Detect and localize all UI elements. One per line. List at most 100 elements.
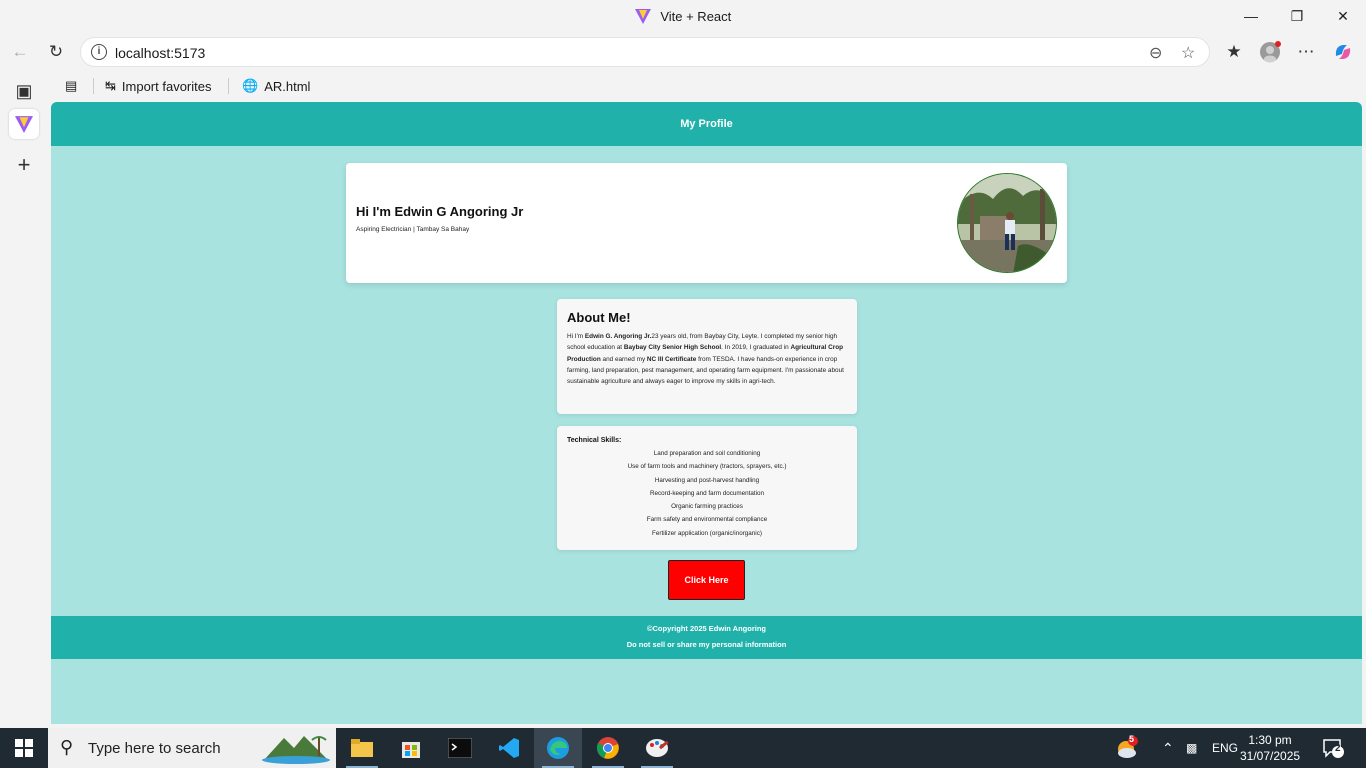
about-text-school: Baybay City Senior High School: [623, 344, 722, 352]
favorites-bar: ▤ ↹ Import favorites 🌐 AR.html: [50, 72, 1366, 100]
click-here-button[interactable]: Click Here: [668, 560, 745, 600]
folder-icon: [351, 739, 373, 757]
vite-logo-icon: [634, 9, 651, 24]
taskbar-terminal[interactable]: [436, 728, 484, 768]
profile-hero-card: Hi I'm Edwin G Angoring Jr Aspiring Elec…: [346, 163, 1067, 283]
globe-icon: 🌐: [242, 78, 259, 93]
site-header: My Profile: [51, 102, 1362, 146]
taskbar-chrome[interactable]: [584, 728, 632, 768]
skill-item: Use of farm tools and machinery (tractor…: [627, 463, 787, 471]
favorites-separator: [93, 78, 94, 94]
skill-item: Fertilizer application (organic/inorgani…: [652, 529, 762, 537]
window-title: Vite + React: [0, 9, 1366, 24]
paint-icon: [646, 739, 669, 757]
taskbar-store[interactable]: [387, 728, 435, 768]
about-card: About Me! Hi I'm Edwin G. Angoring Jr.23…: [557, 299, 857, 414]
zoom-out-icon[interactable]: ⊖: [1149, 43, 1162, 63]
collections-icon[interactable]: ▤: [65, 78, 77, 94]
copilot-icon: [1335, 45, 1351, 59]
skill-item: Farm safety and environmental compliance: [646, 516, 768, 524]
windows-logo-icon: [15, 739, 33, 757]
tab-actions-icon: ▣: [15, 80, 33, 101]
about-heading: About Me!: [567, 310, 631, 325]
more-button[interactable]: ⋯: [1293, 40, 1319, 64]
avatar-icon: [1260, 41, 1281, 63]
weather-widget[interactable]: 5: [1114, 728, 1140, 768]
profile-photo: [957, 173, 1057, 273]
close-window-button[interactable]: ✕: [1320, 0, 1366, 32]
tab-actions-button[interactable]: ▣: [9, 76, 39, 106]
edge-icon: [547, 737, 569, 759]
more-icon: ⋯: [1297, 42, 1315, 61]
windows-taskbar: ⚲ Type here to search 5 ⌃ ▩ ENG 1:30 pm …: [0, 728, 1366, 768]
weather-icon: [1118, 736, 1138, 758]
import-favorites-label: Import favorites: [121, 78, 212, 94]
favorites-separator: [228, 78, 229, 94]
about-text-segment: Hi I'm: [567, 333, 585, 340]
notification-center-button[interactable]: 2: [1322, 728, 1344, 768]
minimize-button[interactable]: —: [1228, 0, 1274, 32]
ar-html-label: AR.html: [264, 78, 311, 94]
show-hidden-icons-button[interactable]: ⌃: [1162, 728, 1174, 768]
footer-copyright: ©Copyright 2025 Edwin Angoring: [646, 624, 766, 633]
copilot-button[interactable]: [1330, 40, 1356, 64]
profile-tagline: Aspiring Electrician | Tambay Sa Bahay: [356, 226, 470, 233]
browser-title-bar: Vite + React — ❐ ✕: [0, 0, 1366, 34]
about-text-segment: . In 2019, I graduated in: [721, 344, 791, 352]
language-indicator[interactable]: ENG: [1212, 728, 1238, 768]
ar-html-link[interactable]: 🌐 AR.html: [242, 78, 310, 94]
new-tab-button[interactable]: +: [9, 150, 39, 180]
vite-logo-icon: [15, 115, 33, 133]
taskbar-edge[interactable]: [534, 728, 582, 768]
taskbar-search[interactable]: ⚲ Type here to search: [48, 728, 336, 768]
taskbar-clock[interactable]: 1:30 pm 31/07/2025: [1240, 732, 1300, 764]
search-icon: ⚲: [60, 737, 74, 757]
plus-icon: +: [17, 152, 31, 177]
about-text-segment: and earned my: [600, 355, 647, 363]
favorites-button[interactable]: ★: [1221, 40, 1247, 64]
search-highlight-icon: [262, 736, 330, 764]
import-favorites-link[interactable]: ↹ Import favorites: [105, 78, 212, 94]
weather-badge: 5: [1129, 734, 1135, 744]
address-url[interactable]: localhost:5173: [115, 45, 205, 61]
refresh-button[interactable]: ↻: [43, 40, 69, 64]
window-title-text: Vite + React: [660, 9, 732, 24]
network-icon[interactable]: ▩: [1186, 728, 1197, 768]
restore-button[interactable]: ❐: [1274, 0, 1320, 32]
clock-time: 1:30 pm: [1248, 733, 1292, 747]
taskbar-file-explorer[interactable]: [338, 728, 386, 768]
site-footer: ©Copyright 2025 Edwin Angoring Do not se…: [51, 616, 1362, 659]
start-button[interactable]: [0, 728, 48, 768]
skills-list: Land preparation and soil conditioning U…: [557, 447, 857, 540]
back-button[interactable]: ←: [7, 40, 33, 64]
page-viewport: My Profile Hi I'm Edwin G Angoring Jr As…: [51, 102, 1362, 724]
taskbar-paint[interactable]: [633, 728, 681, 768]
skills-heading: Technical Skills:: [567, 437, 622, 444]
skill-item: Record-keeping and farm documentation: [649, 489, 765, 497]
footer-privacy-link[interactable]: Do not sell or share my personal informa…: [51, 640, 1362, 649]
skill-item: Organic farming practices: [671, 503, 743, 511]
taskbar-vscode[interactable]: [485, 728, 533, 768]
store-icon: [402, 742, 420, 758]
address-bar[interactable]: i localhost:5173 ⊖ ☆: [80, 37, 1210, 67]
arrow-left-icon: ←: [11, 42, 29, 61]
browser-sidebar: ▣ +: [0, 70, 48, 728]
about-text-certificate: NC III Certificate: [646, 355, 697, 363]
info-icon[interactable]: i: [91, 44, 107, 60]
terminal-icon: [448, 738, 472, 758]
favorites-icon: ★: [1226, 42, 1242, 61]
profile-name: Hi I'm Edwin G Angoring Jr: [356, 204, 524, 219]
profile-button[interactable]: [1257, 40, 1283, 64]
import-icon: ↹: [105, 78, 116, 93]
search-placeholder: Type here to search: [88, 740, 221, 757]
navigation-bar: ← ↻ i localhost:5173 ⊖ ☆ ★ ⋯: [0, 34, 1366, 70]
star-icon[interactable]: ☆: [1181, 43, 1195, 63]
vite-tab[interactable]: [9, 109, 39, 139]
refresh-icon: ↻: [48, 42, 64, 61]
skills-card: Technical Skills: Land preparation and s…: [557, 426, 857, 550]
language-label: ENG: [1212, 741, 1239, 755]
chevron-up-icon: ⌃: [1162, 739, 1174, 756]
skill-item: Harvesting and post-harvest handling: [654, 476, 760, 484]
vscode-icon: [499, 738, 519, 758]
skill-item: Land preparation and soil conditioning: [653, 450, 761, 457]
